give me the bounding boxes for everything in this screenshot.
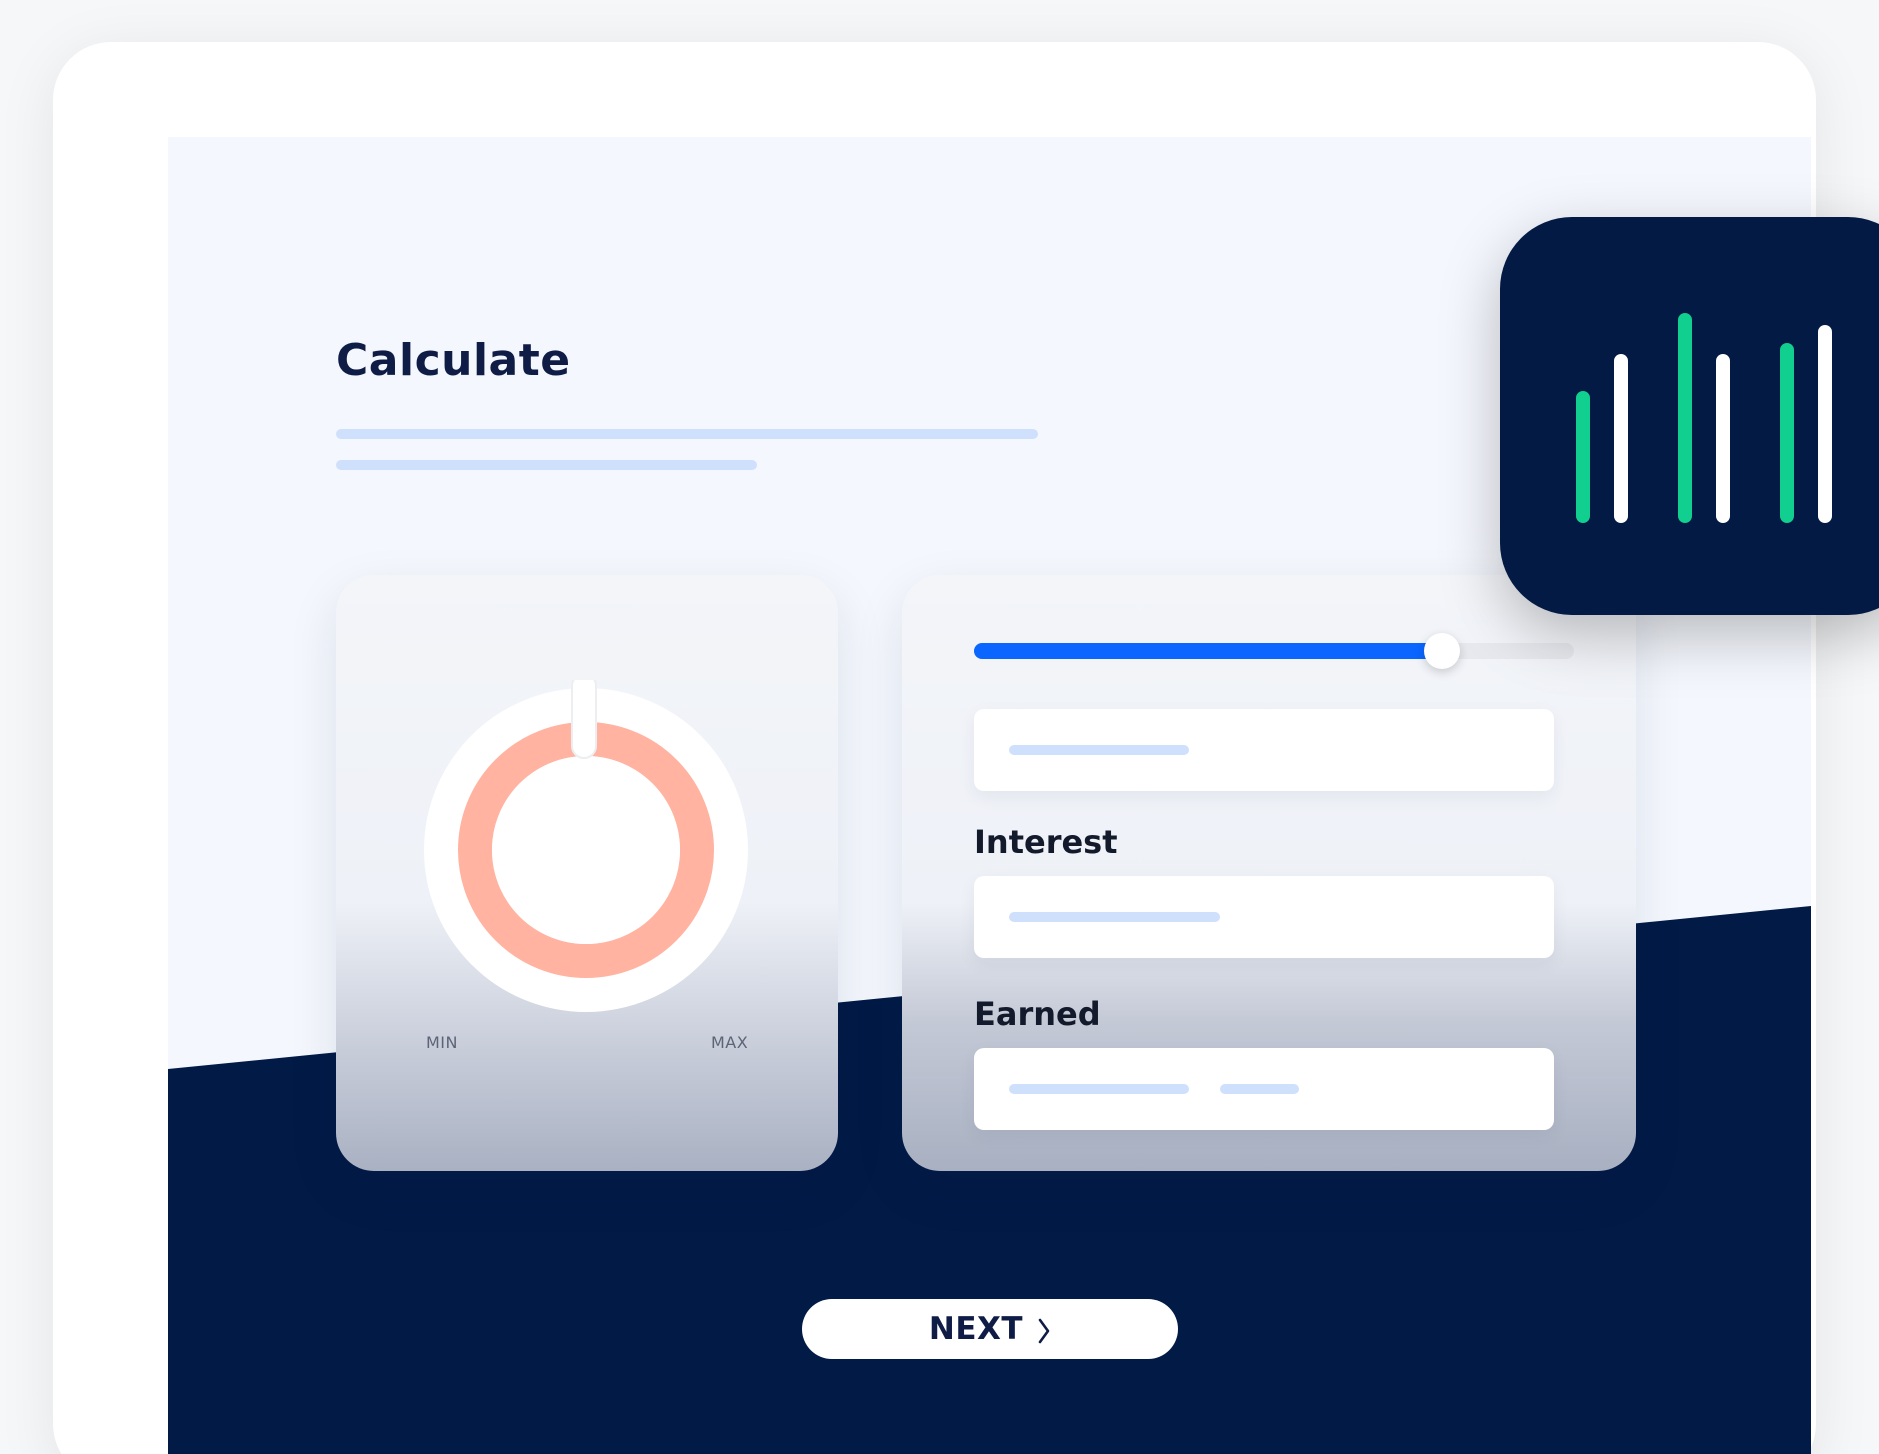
bar-chart-icon: [1500, 217, 1879, 615]
bar-green-2: [1678, 313, 1692, 523]
dial-max-label: MAX: [711, 1033, 749, 1052]
earned-field[interactable]: [974, 1048, 1554, 1130]
next-button-label: NEXT: [928, 1311, 1024, 1347]
amount-slider[interactable]: [974, 633, 1574, 669]
interest-field[interactable]: [974, 876, 1554, 958]
dial-indicator-handle[interactable]: [571, 680, 597, 759]
dial-min-label: MIN: [426, 1033, 458, 1052]
interest-label: Interest: [974, 823, 1118, 861]
bar-white-1: [1614, 354, 1628, 523]
calculator-form-card: Interest Earned: [902, 575, 1636, 1171]
bar-white-3: [1818, 325, 1832, 523]
field-placeholder-line: [1009, 745, 1189, 755]
earned-label: Earned: [974, 995, 1101, 1033]
bar-green-1: [1576, 391, 1590, 523]
bar-chart-bars: [1576, 313, 1832, 523]
dial-card: MIN MAX: [336, 575, 838, 1171]
page-title: Calculate: [336, 335, 571, 386]
rotary-dial[interactable]: [416, 680, 756, 1020]
field-placeholder-line: [1009, 1084, 1189, 1094]
slider-thumb[interactable]: [1424, 633, 1460, 669]
description-line-2: [336, 460, 757, 470]
slider-fill: [974, 643, 1442, 659]
field-placeholder-line: [1220, 1084, 1299, 1094]
bar-green-3: [1780, 343, 1794, 523]
description-line-1: [336, 429, 1038, 439]
next-button[interactable]: NEXT: [802, 1299, 1178, 1359]
amount-field[interactable]: [974, 709, 1554, 791]
app-screen: Calculate MIN MAX Interest Earned NEXT: [0, 0, 1879, 1454]
chevron-right-icon: [1038, 1318, 1050, 1344]
bar-white-2: [1716, 354, 1730, 523]
field-placeholder-line: [1009, 912, 1220, 922]
